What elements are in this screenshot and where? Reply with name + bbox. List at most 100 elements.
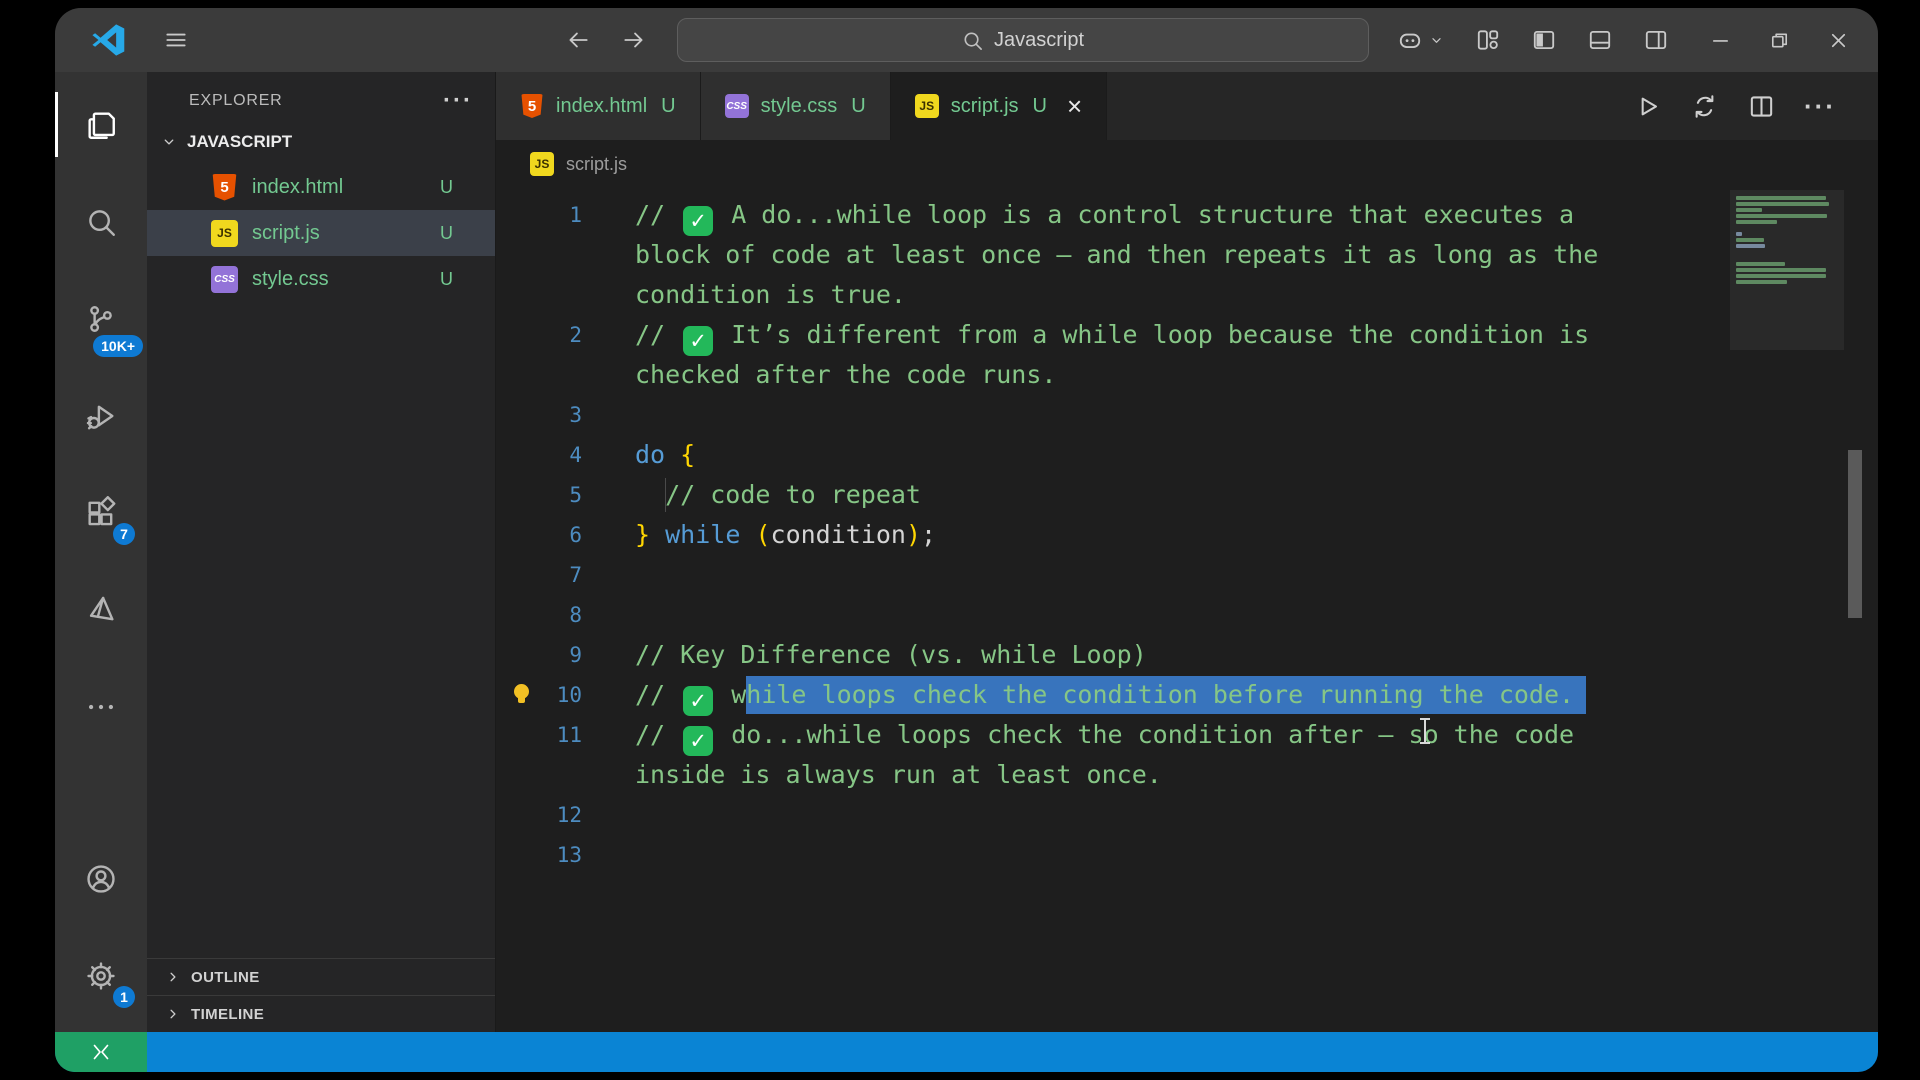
editor-gutter[interactable] [496, 755, 586, 795]
editor-gutter[interactable]: 2 [496, 315, 586, 355]
code-editor[interactable]: 1// ✓ A do...while loop is a control str… [496, 188, 1878, 1032]
code-line[interactable]: block of code at least once — and then r… [496, 235, 1878, 275]
code-line[interactable]: condition is true. [496, 275, 1878, 315]
activity-item-search[interactable] [55, 173, 147, 270]
window-minimize-icon[interactable] [1709, 29, 1732, 52]
tab-style.css[interactable]: CSS style.css U [700, 72, 891, 140]
file-row-script.js[interactable]: JS script.js U [147, 210, 495, 256]
menu-icon[interactable] [163, 27, 189, 53]
lightbulb-icon[interactable] [512, 684, 531, 703]
explorer-more-actions[interactable]: ··· [443, 89, 473, 113]
code-line-text: // ✓ It’s different from a while loop be… [586, 315, 1590, 356]
code-token: // [635, 320, 681, 349]
copilot-button[interactable] [1397, 27, 1445, 53]
code-token: ; [921, 520, 937, 549]
folder-section-javascript[interactable]: JAVASCRIPT [147, 120, 495, 164]
nav-back-icon[interactable] [565, 27, 591, 53]
nav-forward-icon[interactable] [621, 27, 647, 53]
code-token: while [665, 520, 741, 549]
line-number: 2 [569, 323, 582, 347]
editor-gutter[interactable]: 13 [496, 835, 586, 875]
outline-panel-header[interactable]: OUTLINE [147, 958, 495, 995]
code-line[interactable]: checked after the code runs. [496, 355, 1878, 395]
git-status-badge: U [440, 268, 453, 289]
activity-item-extensions[interactable]: 7 [55, 464, 147, 561]
code-line[interactable]: 13 [496, 835, 1878, 875]
toggle-secondary-sidebar-icon[interactable] [1643, 27, 1669, 53]
tab-script.js[interactable]: JS script.js U × [890, 72, 1108, 140]
code-token: It’s different from a while loop because… [716, 320, 1590, 349]
window-close-icon[interactable] [1827, 29, 1850, 52]
run-icon[interactable] [1633, 92, 1662, 121]
command-center-search[interactable]: Javascript [676, 18, 1369, 62]
scm-icon [84, 302, 118, 336]
outline-label: OUTLINE [191, 968, 260, 986]
activity-item-settings[interactable]: 1 [55, 927, 147, 1024]
tab-index.html[interactable]: 5 index.html U [496, 72, 701, 140]
activity-item-more[interactable] [55, 658, 147, 755]
code-line[interactable]: 2// ✓ It’s different from a while loop b… [496, 315, 1878, 356]
tab-label: script.js [950, 94, 1019, 117]
toggle-primary-sidebar-icon[interactable] [1531, 27, 1557, 53]
file-row-index.html[interactable]: 5 index.html U [147, 164, 495, 210]
tab-modified-badge: U [1032, 94, 1047, 117]
code-token: ( [755, 520, 771, 549]
editor-gutter[interactable]: 10 [496, 675, 586, 715]
code-line[interactable]: 5 // code to repeat [496, 475, 1878, 515]
code-token: do...while loops check the condition aft… [716, 720, 1575, 749]
activity-item-prism[interactable] [55, 561, 147, 658]
editor-gutter[interactable]: 6 [496, 515, 586, 555]
file-row-style.css[interactable]: CSS style.css U [147, 256, 495, 302]
editor-gutter[interactable]: 8 [496, 595, 586, 635]
editor-scrollbar[interactable] [1848, 450, 1862, 618]
editor-gutter[interactable]: 1 [496, 195, 586, 235]
activity-item-source-control[interactable]: 10K+ [55, 270, 147, 367]
editor-gutter[interactable]: 9 [496, 635, 586, 675]
search-value: Javascript [993, 28, 1085, 51]
code-line[interactable]: 7 [496, 555, 1878, 595]
editor-gutter[interactable] [496, 235, 586, 275]
activity-item-run-debug[interactable] [55, 367, 147, 464]
tab-close-icon[interactable]: × [1067, 93, 1082, 119]
code-line[interactable]: 11// ✓ do...while loops check the condit… [496, 715, 1878, 756]
explorer-title: EXPLORER [189, 92, 283, 109]
toggle-panel-icon[interactable] [1587, 27, 1613, 53]
editor-gutter[interactable]: 3 [496, 395, 586, 435]
editor-gutter[interactable] [496, 275, 586, 315]
activity-item-explorer[interactable] [55, 76, 147, 173]
screen: { "titlebar": { "search_value": "Javascr… [0, 0, 1920, 1080]
minimap[interactable] [1730, 190, 1844, 350]
code-line[interactable]: 4 do { [496, 435, 1878, 475]
editor-gutter[interactable]: 7 [496, 555, 586, 595]
breadcrumb[interactable]: JS script.js [496, 140, 1878, 188]
editor-gutter[interactable]: 12 [496, 795, 586, 835]
code-line[interactable]: 12 [496, 795, 1878, 835]
code-line[interactable]: 3 [496, 395, 1878, 435]
vscode-window: Javascript 10K+ 7 1 EXPLORER ··· JAVASCR… [55, 8, 1878, 1072]
customize-layout-icon[interactable] [1475, 27, 1501, 53]
editor-gutter[interactable]: 11 [496, 715, 586, 755]
minimap-slider[interactable] [1730, 190, 1844, 350]
timeline-panel-header[interactable]: TIMELINE [147, 995, 495, 1032]
code-line[interactable]: 6} while (condition); [496, 515, 1878, 555]
code-line[interactable]: 9 // Key Difference (vs. while Loop) [496, 635, 1878, 675]
code-line[interactable]: 8 [496, 595, 1878, 635]
editor-gutter[interactable]: 4 [496, 435, 586, 475]
editor-gutter[interactable] [496, 355, 586, 395]
editor-gutter[interactable]: 5 [496, 475, 586, 515]
code-line[interactable]: inside is always run at least once. [496, 755, 1878, 795]
code-line[interactable]: 1// ✓ A do...while loop is a control str… [496, 195, 1878, 236]
code-line[interactable]: 10// ✓ while loops check the condition b… [496, 675, 1878, 716]
code-token: inside is always run at least once. [635, 760, 1162, 789]
line-number: 5 [569, 483, 582, 507]
more-actions-icon[interactable]: ··· [1804, 91, 1836, 122]
split-editor-icon[interactable] [1747, 92, 1776, 121]
activity-item-account[interactable] [55, 830, 147, 927]
prism-icon [84, 593, 118, 627]
window-restore-icon[interactable] [1768, 29, 1791, 52]
line-number: 3 [569, 403, 582, 427]
remote-indicator[interactable] [55, 1032, 147, 1072]
open-changes-icon[interactable] [1690, 92, 1719, 121]
copilot-icon [1397, 27, 1423, 53]
